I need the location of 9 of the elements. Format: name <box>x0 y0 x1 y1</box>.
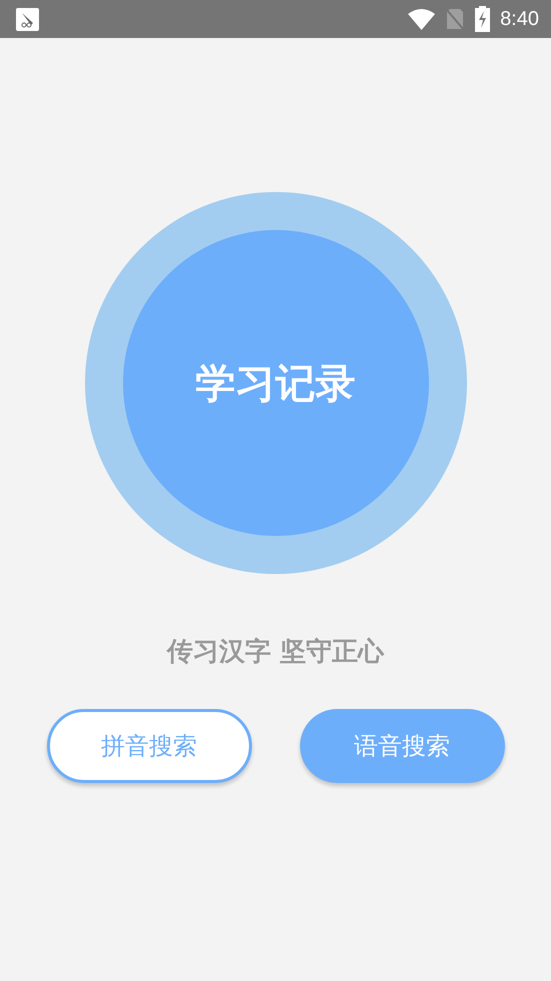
wifi-icon <box>408 8 436 30</box>
app-notification-icon <box>16 8 39 30</box>
battery-charging-icon <box>475 6 490 32</box>
clock-time: 8:40 <box>500 8 539 30</box>
study-record-button[interactable]: 学习记录 <box>122 230 428 536</box>
slogan: 传习汉字 坚守正心 <box>166 636 384 669</box>
search-button[interactable]: 拼音搜索 <box>46 709 252 783</box>
search-button[interactable]: 语音搜索 <box>300 709 504 783</box>
no-sim-icon <box>445 7 466 31</box>
